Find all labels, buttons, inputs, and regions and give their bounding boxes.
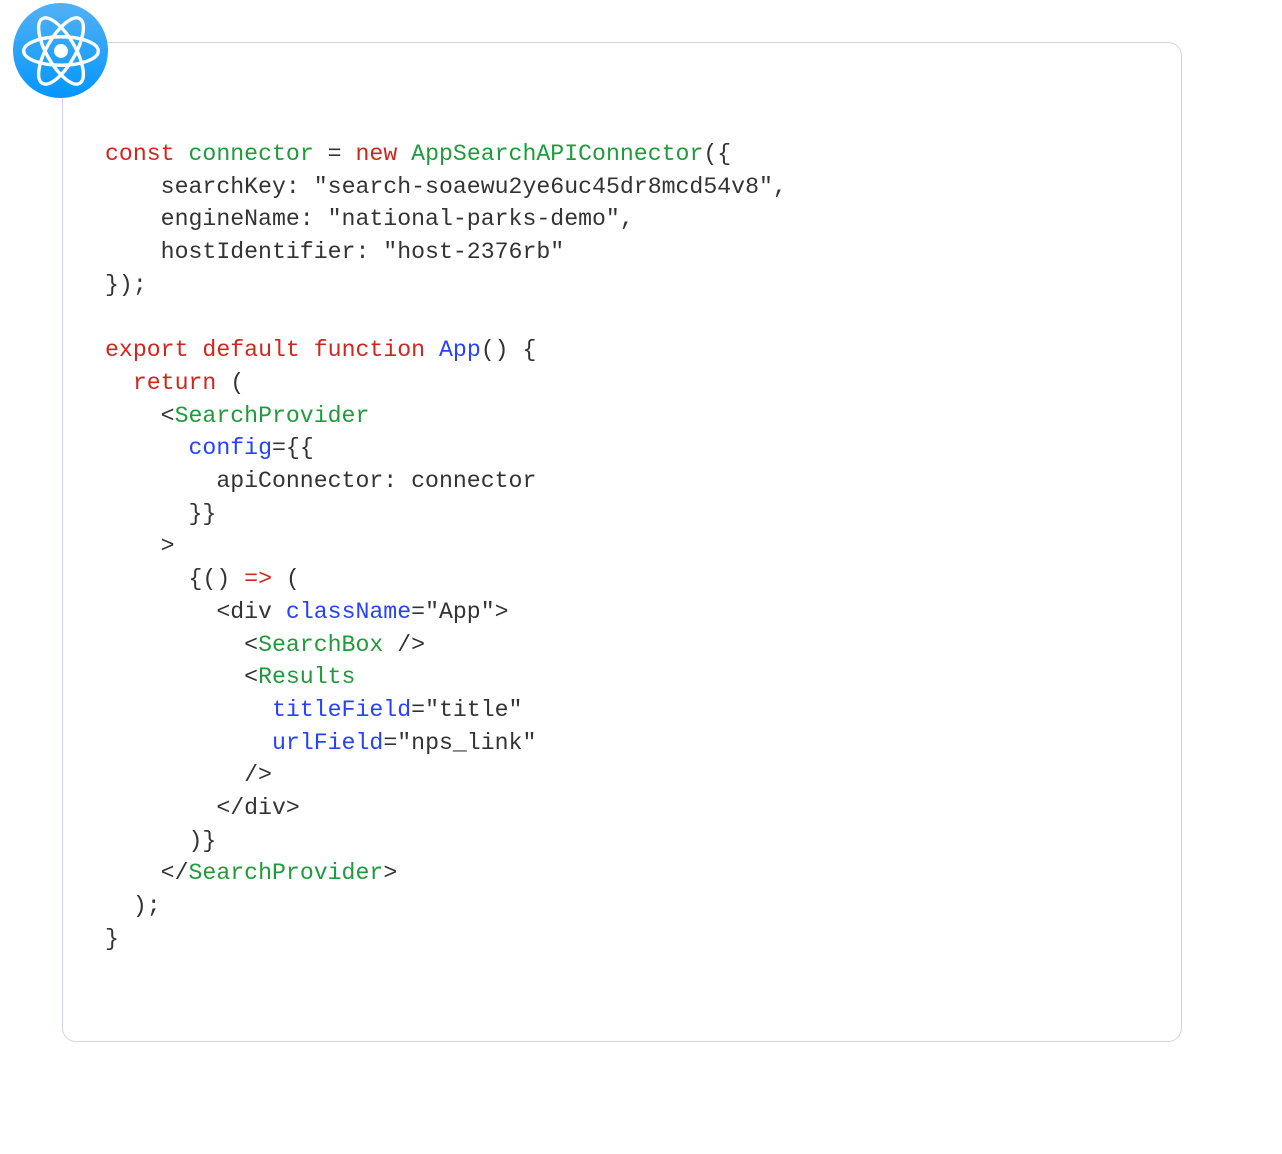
code-token-ident: connector [189,141,314,167]
code-token-kw: const [105,141,175,167]
code-token-str: "search-soaewu2ye6uc45dr8mcd54v8" [314,174,773,200]
code-token-kw: default [202,337,299,363]
code-token-ident: SearchProvider [175,403,370,429]
code-token-attr: titleField [272,697,411,723]
code-token-ident: AppSearchAPIConnector [411,141,703,167]
code-token-str: "App" [425,599,495,625]
code-token-str: "title" [425,697,522,723]
code-token-kw: new [355,141,397,167]
code-token-ident: SearchBox [258,632,383,658]
code-token-kw: return [133,370,217,396]
code-token-attr: className [286,599,411,625]
code-token-func: App [439,337,481,363]
code-token-str: "host-2376rb" [383,239,564,265]
code-token-str: "national-parks-demo" [328,206,620,232]
code-block: const connector = new AppSearchAPIConnec… [105,138,787,956]
react-icon [13,3,108,98]
code-token-ident: Results [258,664,355,690]
code-token-kw: export [105,337,189,363]
code-token-attr: config [189,435,273,461]
code-token-attr: urlField [272,730,383,756]
code-token-kw: => [244,566,272,592]
code-token-ident: SearchProvider [189,860,384,886]
code-token-kw: function [314,337,425,363]
code-token-str: "nps_link" [397,730,536,756]
